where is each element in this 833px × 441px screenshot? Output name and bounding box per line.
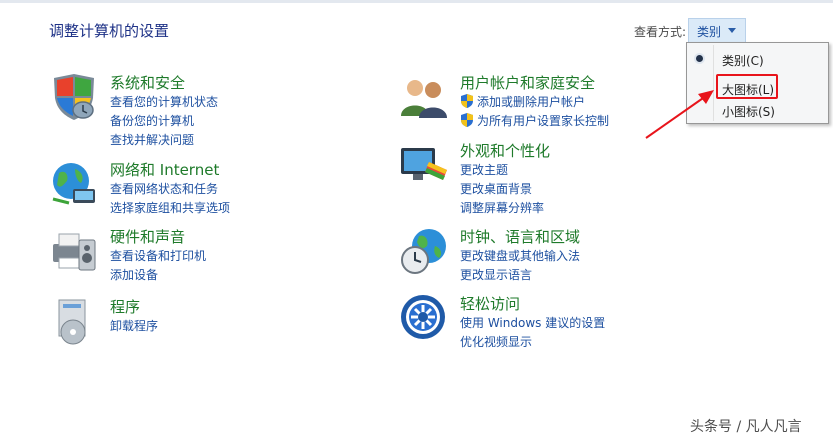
link-keyboard-input[interactable]: 更改键盘或其他输入法	[460, 247, 580, 266]
link-check-status[interactable]: 查看您的计算机状态	[110, 93, 218, 112]
programs-disc-icon	[58, 299, 86, 345]
category-appearance: 外观和个性化 更改主题 更改桌面背景 调整屏幕分辨率	[399, 140, 699, 215]
category-user-accounts: 用户帐户和家庭安全 添加或删除用户帐户 为所有用户设置家长控制	[399, 72, 699, 132]
view-by-dropdown[interactable]: 类别	[688, 18, 746, 42]
category-programs: 程序 卸载程序	[49, 296, 349, 346]
link-add-device[interactable]: 添加设备	[110, 266, 206, 285]
category-title[interactable]: 硬件和声音	[110, 226, 185, 247]
category-title[interactable]: 用户帐户和家庭安全	[460, 72, 595, 93]
category-title[interactable]: 时钟、语言和区域	[460, 226, 580, 247]
category-title[interactable]: 网络和 Internet	[110, 159, 219, 180]
printer-hardware-icon	[53, 233, 96, 271]
uac-shield-icon	[461, 94, 473, 108]
category-clock-language-region: 时钟、语言和区域 更改键盘或其他输入法 更改显示语言	[399, 226, 699, 286]
menu-item-label: 小图标(S)	[722, 105, 775, 119]
link-network-status[interactable]: 查看网络状态和任务	[110, 180, 230, 199]
category-title[interactable]: 程序	[110, 296, 140, 317]
menu-item-label: 类别(C)	[722, 54, 764, 68]
chevron-down-icon	[728, 28, 736, 33]
link-display-language[interactable]: 更改显示语言	[460, 266, 580, 285]
link-troubleshoot[interactable]: 查找并解决问题	[110, 131, 218, 150]
link-recommended-settings[interactable]: 使用 Windows 建议的设置	[460, 314, 605, 333]
category-network-internet: 网络和 Internet 查看网络状态和任务 选择家庭组和共享选项	[49, 159, 349, 219]
link-label: 为所有用户设置家长控制	[477, 114, 610, 128]
link-optimize-video[interactable]: 优化视频显示	[460, 333, 605, 352]
category-ease-of-access: 轻松访问 使用 Windows 建议的设置 优化视频显示	[399, 293, 719, 353]
clock-globe-icon	[401, 229, 446, 274]
link-parental-controls[interactable]: 为所有用户设置家长控制	[460, 112, 609, 131]
category-title[interactable]: 外观和个性化	[460, 140, 550, 161]
category-title[interactable]: 系统和安全	[110, 72, 185, 93]
uac-shield-icon	[461, 113, 473, 127]
menu-item-category[interactable]: 类别(C)	[687, 48, 828, 70]
link-screen-resolution[interactable]: 调整屏幕分辨率	[460, 199, 544, 218]
radio-selected-icon	[696, 55, 703, 62]
monitor-palette-icon	[401, 148, 447, 180]
category-title[interactable]: 轻松访问	[460, 293, 520, 314]
page-title: 调整计算机的设置	[49, 22, 170, 40]
watermark: 头条号 / 凡人凡言	[690, 419, 802, 435]
top-border	[0, 0, 833, 3]
ease-of-access-icon	[401, 295, 445, 339]
link-devices-printers[interactable]: 查看设备和打印机	[110, 247, 206, 266]
annotation-highlight-box	[716, 74, 778, 99]
link-change-theme[interactable]: 更改主题	[460, 161, 544, 180]
security-shield-icon	[54, 74, 94, 120]
link-uninstall[interactable]: 卸载程序	[110, 317, 158, 336]
link-backup[interactable]: 备份您的计算机	[110, 112, 218, 131]
view-by-label: 查看方式:	[634, 25, 687, 39]
link-label: 添加或删除用户帐户	[477, 95, 586, 109]
category-hardware-sound: 硬件和声音 查看设备和打印机 添加设备	[49, 226, 349, 286]
network-globe-icon	[52, 163, 95, 205]
category-system-security: 系统和安全 查看您的计算机状态 备份您的计算机 查找并解决问题	[49, 72, 349, 147]
users-icon	[401, 80, 447, 118]
link-add-remove-accounts[interactable]: 添加或删除用户帐户	[460, 93, 609, 112]
link-desktop-background[interactable]: 更改桌面背景	[460, 180, 544, 199]
view-by-value: 类别	[697, 25, 722, 39]
link-homegroup[interactable]: 选择家庭组和共享选项	[110, 199, 230, 218]
